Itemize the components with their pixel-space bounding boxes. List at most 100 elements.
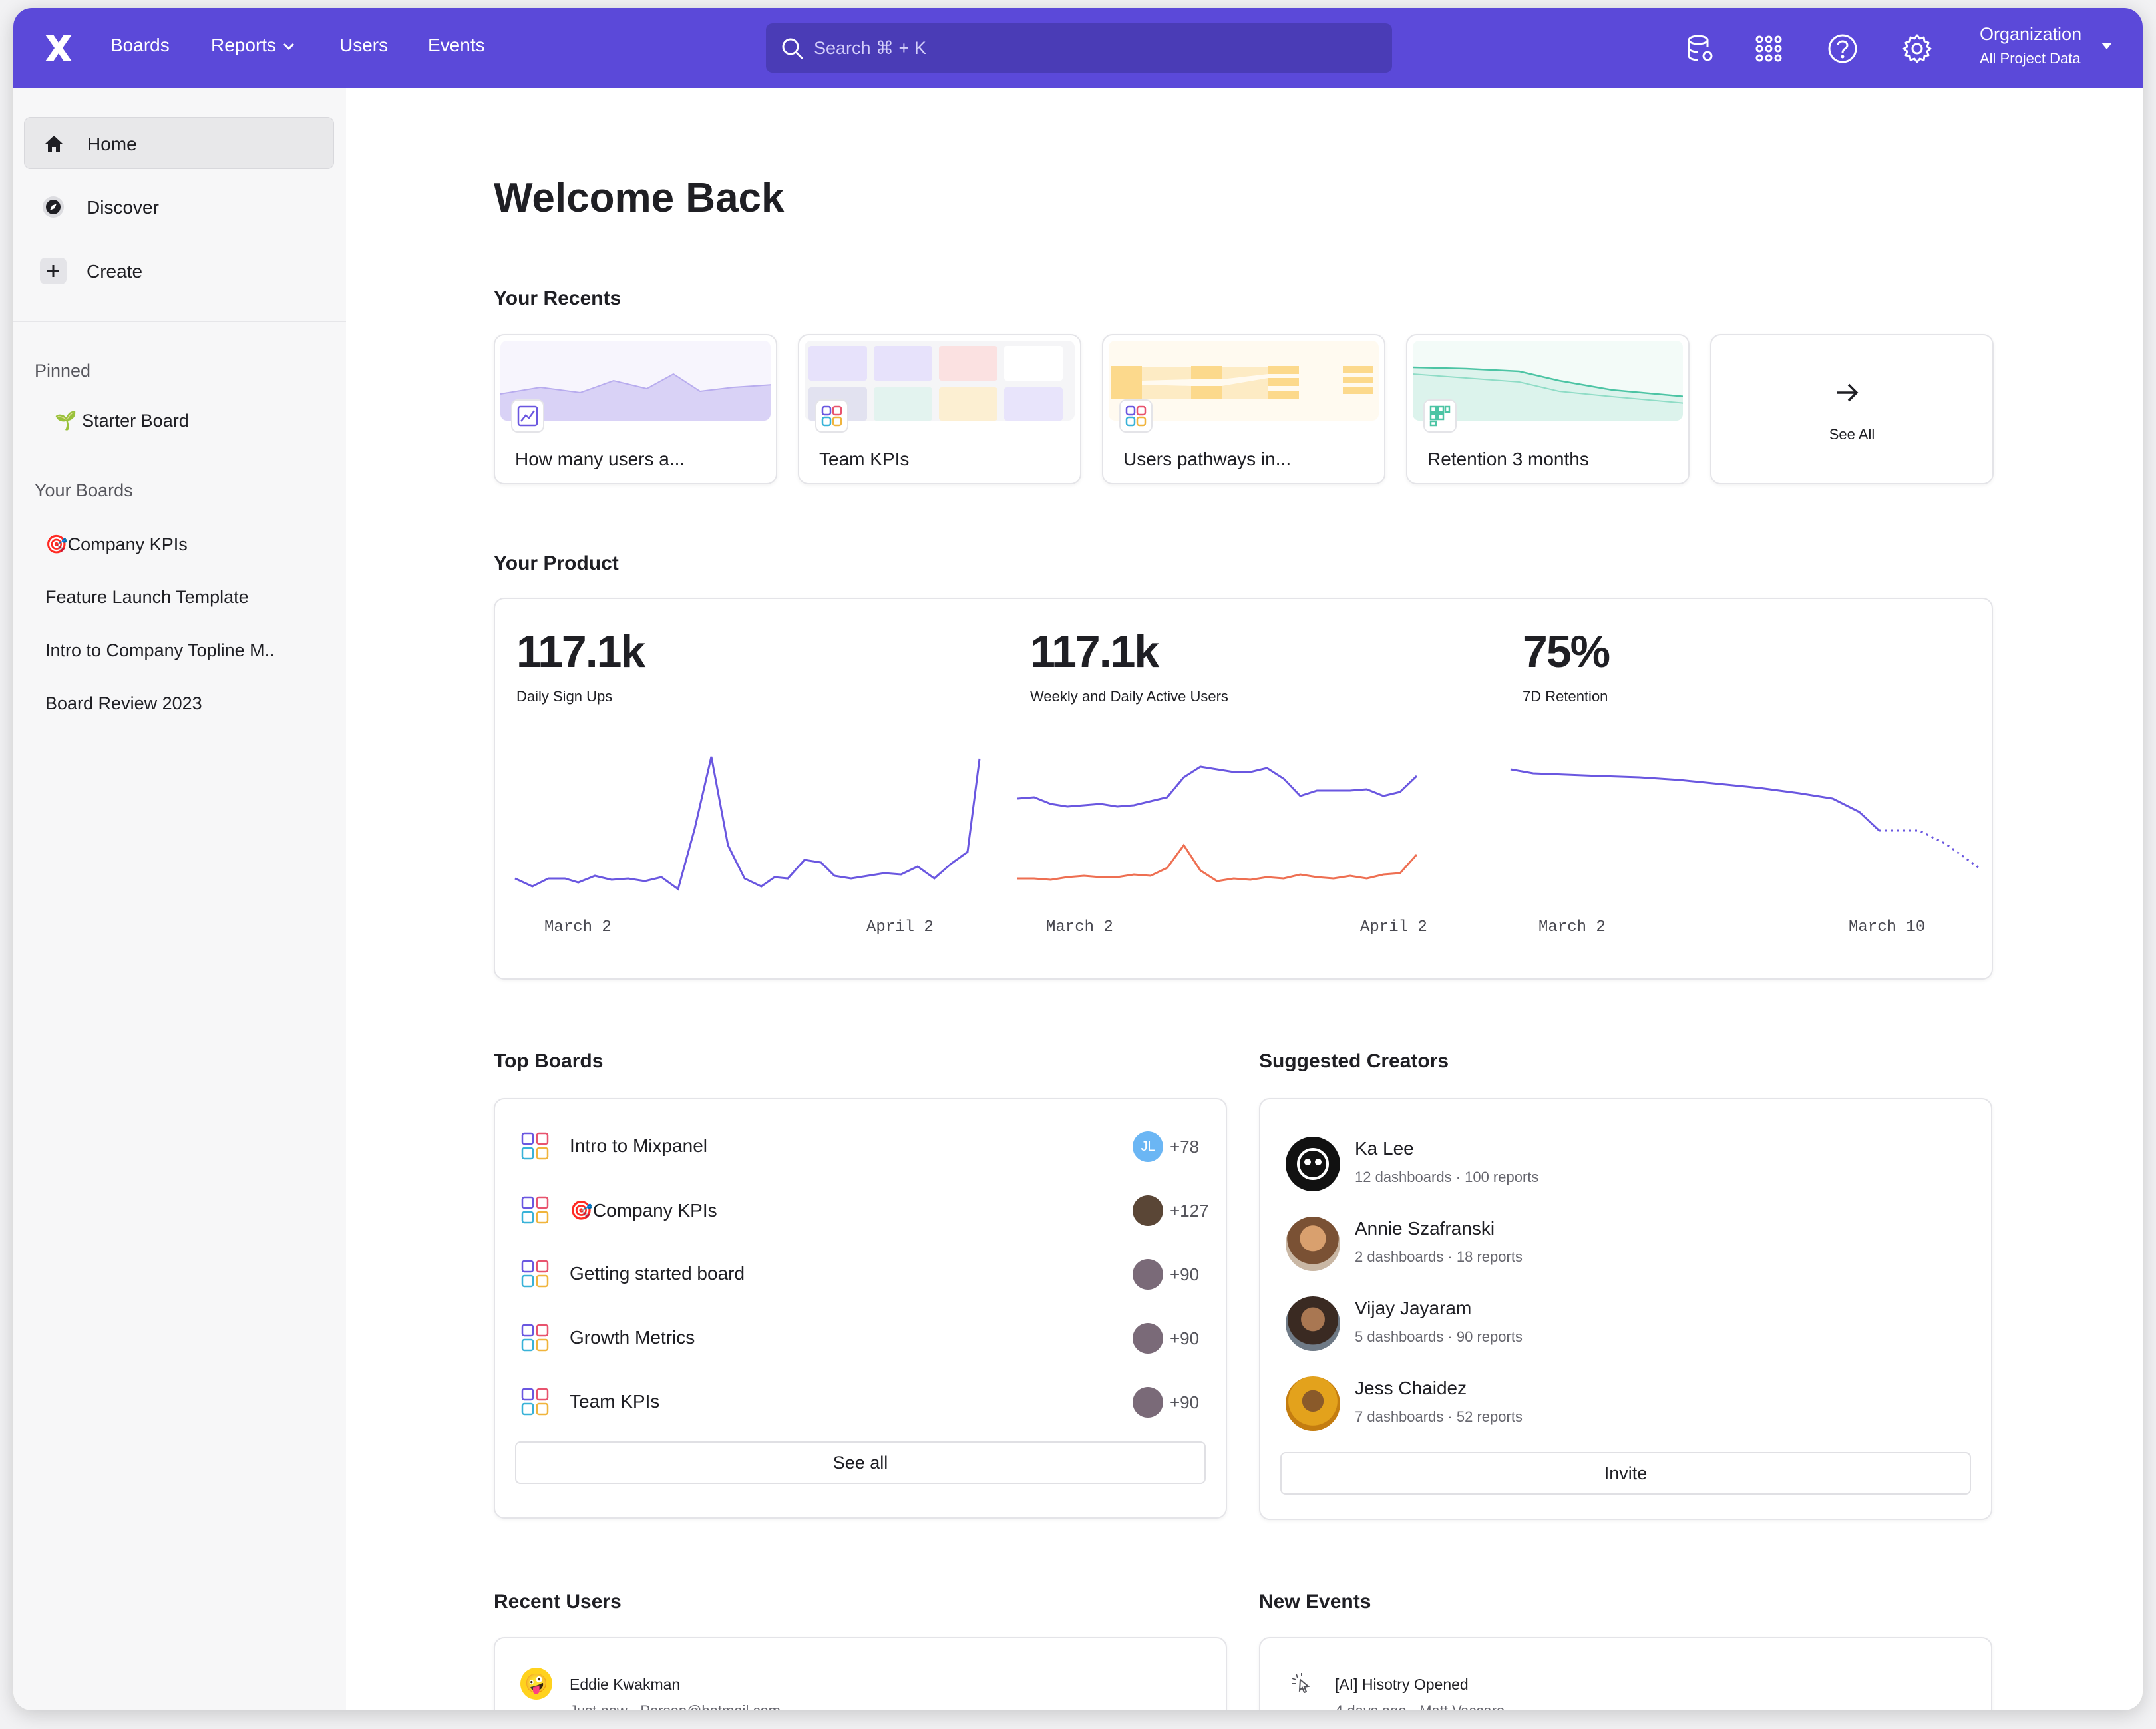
top-board-name: Team KPIs xyxy=(570,1391,660,1412)
pinned-item-label: Starter Board xyxy=(82,411,189,431)
recent-user-name: Eddie Kwakman xyxy=(570,1676,681,1693)
new-event-name: [AI] Hisotry Opened xyxy=(1335,1676,1469,1693)
axis-label: March 2 xyxy=(1046,918,1113,936)
top-board-name: Growth Metrics xyxy=(570,1327,695,1348)
axis-label: March 10 xyxy=(1849,918,1926,936)
search-placeholder: Search ⌘ + K xyxy=(814,38,926,58)
viewer-count: +78 xyxy=(1170,1137,1200,1157)
creator-name: Vijay Jayaram xyxy=(1355,1298,1472,1318)
top-board-row[interactable]: Growth Metrics +90 xyxy=(495,1311,1226,1364)
invite-button[interactable]: Invite xyxy=(1280,1452,1971,1495)
recent-card[interactable]: Team KPIs xyxy=(798,334,1081,484)
sidebar-item-home[interactable]: Home xyxy=(24,117,334,169)
avatar xyxy=(1133,1323,1163,1354)
recent-card[interactable]: Retention 3 months xyxy=(1406,334,1690,484)
home-icon xyxy=(45,136,63,152)
board-grid-icon xyxy=(521,1196,549,1224)
viewer-count: +90 xyxy=(1170,1392,1200,1412)
top-board-row[interactable]: Intro to Mixpanel JL +78 xyxy=(495,1119,1226,1173)
arrow-right-icon xyxy=(1837,383,1859,402)
avatar xyxy=(1286,1137,1340,1191)
nav-reports-label: Reports xyxy=(211,35,277,55)
product-heading: Your Product xyxy=(494,552,619,574)
creator-detail: 5 dashboards · 90 reports xyxy=(1355,1328,1523,1345)
active-users-line xyxy=(1017,765,1418,808)
recent-card-label: Team KPIs xyxy=(819,449,910,469)
creators-heading: Suggested Creators xyxy=(1259,1050,1449,1072)
pinned-item-starter-board[interactable]: 🌱 Starter Board xyxy=(55,410,189,431)
new-events-card: [AI] Hisotry Opened 4 days ago - Matt Va… xyxy=(1259,1637,1992,1710)
sidebar: Home Discover Create Pinned 🌱 Starter Bo… xyxy=(13,88,346,1710)
daily-signups-line xyxy=(514,756,981,891)
board-grid-icon xyxy=(521,1388,549,1416)
see-all-boards-button[interactable]: See all xyxy=(515,1441,1206,1484)
nav-boards-link[interactable]: Boards xyxy=(110,35,170,56)
axis-label: April 2 xyxy=(1360,918,1427,936)
top-board-row[interactable]: Team KPIs +90 xyxy=(495,1375,1226,1428)
creator-name: Ka Lee xyxy=(1355,1138,1414,1159)
line-chart-icon xyxy=(511,399,544,433)
see-all-card[interactable]: See All xyxy=(1710,334,1994,484)
compass-icon xyxy=(43,196,64,218)
database-settings-icon[interactable] xyxy=(1685,33,1715,64)
recent-card-label: Retention 3 months xyxy=(1427,449,1589,469)
nav-events-link[interactable]: Events xyxy=(428,35,485,56)
top-board-label: Company KPIs xyxy=(592,1200,717,1221)
sidebar-item-discover[interactable]: Discover xyxy=(24,181,334,233)
creator-row[interactable]: Ka Lee 12 dashboards · 100 reports xyxy=(1260,1131,1991,1198)
nav-reports-menu[interactable]: Reports xyxy=(211,35,295,56)
organization-switcher[interactable]: Organization All Project Data xyxy=(1980,24,2081,67)
sidebar-item-label: Create xyxy=(87,261,143,282)
board-item[interactable]: Board Review 2023 xyxy=(45,693,202,714)
top-board-emoji: 🎯 xyxy=(570,1200,593,1221)
organization-title: Organization xyxy=(1980,24,2082,44)
settings-gear-icon[interactable] xyxy=(1902,33,1932,64)
creator-detail: 12 dashboards · 100 reports xyxy=(1355,1169,1539,1185)
recent-users-heading: Recent Users xyxy=(494,1591,622,1613)
search-icon xyxy=(782,38,804,60)
apps-grid-icon[interactable] xyxy=(1753,33,1784,64)
search-input[interactable]: Search ⌘ + K xyxy=(766,23,1392,73)
axis-label: March 2 xyxy=(544,918,612,936)
cursor-click-icon xyxy=(1292,1673,1310,1694)
recent-users-card: 🤪 Eddie Kwakman Just now · Person@hotmai… xyxy=(494,1637,1227,1710)
creator-row[interactable]: Vijay Jayaram 5 dashboards · 90 reports xyxy=(1260,1291,1991,1358)
recent-card[interactable]: Users pathways in... xyxy=(1102,334,1385,484)
recent-card-label: Users pathways in... xyxy=(1123,449,1292,469)
sidebar-item-label: Discover xyxy=(87,197,159,218)
board-item-label: Company KPIs xyxy=(67,534,188,554)
new-event-detail: 4 days ago - Matt Vaccaro xyxy=(1335,1702,1505,1710)
recent-card[interactable]: How many users a... xyxy=(494,334,777,484)
nav-users-link[interactable]: Users xyxy=(339,35,388,56)
see-all-label: See All xyxy=(1829,426,1875,443)
board-item-emoji: 🎯 xyxy=(45,534,68,554)
avatar xyxy=(1133,1195,1163,1226)
top-board-row[interactable]: Getting started board +90 xyxy=(495,1247,1226,1300)
caret-down-icon[interactable] xyxy=(2100,41,2113,51)
board-grid-icon xyxy=(521,1132,549,1160)
recent-user-row[interactable]: 🤪 Eddie Kwakman Just now · Person@hotmai… xyxy=(495,1638,1226,1710)
board-item[interactable]: Intro to Company Topline M.. xyxy=(45,640,275,661)
sidebar-item-create[interactable]: Create xyxy=(24,245,334,297)
organization-subtitle: All Project Data xyxy=(1980,50,2081,67)
top-board-name: Intro to Mixpanel xyxy=(570,1135,707,1156)
top-navigation-bar: Boards Reports Users Events Search ⌘ + K xyxy=(13,8,2143,88)
creator-row[interactable]: Jess Chaidez 7 dashboards · 52 reports xyxy=(1260,1371,1991,1438)
board-item[interactable]: 🎯Company KPIs xyxy=(45,534,188,555)
top-board-row[interactable]: 🎯Company KPIs +127 xyxy=(495,1183,1226,1237)
creator-detail: 7 dashboards · 52 reports xyxy=(1355,1408,1523,1425)
new-event-row[interactable]: [AI] Hisotry Opened 4 days ago - Matt Va… xyxy=(1260,1638,1991,1710)
recent-user-detail: Just now · Person@hotmail.com xyxy=(570,1702,781,1710)
page-title: Welcome Back xyxy=(494,175,785,221)
creator-detail: 2 dashboards · 18 reports xyxy=(1355,1249,1523,1265)
creator-name: Annie Szafranski xyxy=(1355,1218,1495,1239)
mixpanel-logo-icon[interactable] xyxy=(40,29,77,67)
chevron-down-icon xyxy=(283,43,295,50)
board-item[interactable]: Feature Launch Template xyxy=(45,587,249,608)
creator-row[interactable]: Annie Szafranski 2 dashboards · 18 repor… xyxy=(1260,1211,1991,1278)
top-board-name: Getting started board xyxy=(570,1263,745,1284)
help-icon[interactable] xyxy=(1827,33,1858,64)
board-grid-icon xyxy=(521,1260,549,1288)
suggested-creators-card: Ka Lee 12 dashboards · 100 reports Annie… xyxy=(1259,1098,1992,1520)
new-users-line xyxy=(1017,843,1418,882)
